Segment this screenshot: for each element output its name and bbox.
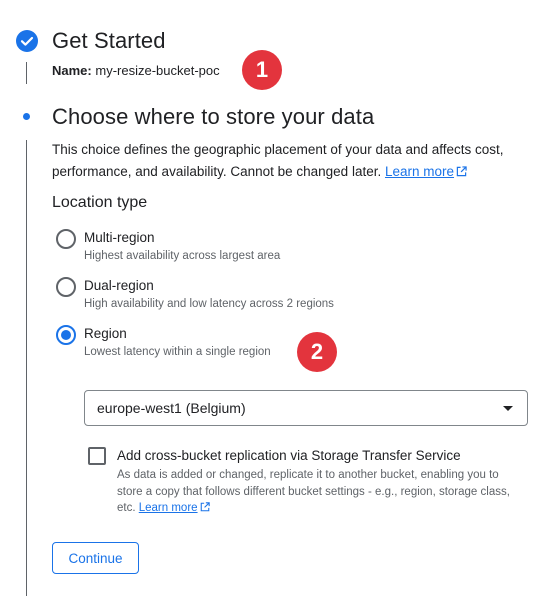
region-select[interactable]: europe-west1 (Belgium) — [84, 390, 528, 426]
replication-learn-more-link[interactable]: Learn more — [139, 502, 210, 514]
learn-more-link[interactable]: Learn more — [385, 164, 467, 179]
dual-region-description: High availability and low latency across… — [84, 298, 334, 310]
region-select-value: europe-west1 (Belgium) — [97, 400, 246, 416]
step-connector — [26, 62, 27, 84]
step-description: This choice defines the geographic place… — [52, 139, 532, 183]
annotation-badge-1: 1 — [242, 50, 282, 90]
dual-region-label[interactable]: Dual-region — [84, 278, 154, 293]
active-step-dot — [23, 113, 30, 120]
continue-button[interactable]: Continue — [52, 542, 139, 574]
replication-description: As data is added or changed, replicate i… — [117, 467, 527, 517]
multi-region-description: Highest availability across largest area — [84, 250, 281, 262]
annotation-badge-2: 2 — [297, 332, 337, 372]
replication-label[interactable]: Add cross-bucket replication via Storage… — [117, 448, 461, 463]
multi-region-label[interactable]: Multi-region — [84, 230, 155, 245]
multi-region-radio[interactable] — [56, 229, 76, 249]
dropdown-arrow-icon — [503, 406, 513, 411]
external-link-icon — [456, 166, 467, 177]
check-circle-icon — [16, 30, 38, 52]
name-label: Name: — [52, 63, 92, 78]
region-description: Lowest latency within a single region — [84, 346, 271, 358]
region-radio[interactable] — [56, 325, 76, 345]
dual-region-radio[interactable] — [56, 277, 76, 297]
external-link-icon — [200, 502, 210, 512]
learn-more-label: Learn more — [384, 164, 455, 179]
replication-checkbox[interactable] — [88, 447, 106, 465]
location-type-label: Location type — [52, 194, 148, 211]
step-connector — [26, 140, 27, 596]
bucket-name-summary: Name: my-resize-bucket-poc — [52, 63, 220, 78]
region-label[interactable]: Region — [84, 326, 127, 341]
step-title-choose-location: Choose where to store your data — [52, 104, 375, 129]
replication-learn-more-label: Learn more — [138, 502, 198, 514]
step-title-get-started[interactable]: Get Started — [52, 28, 166, 54]
bucket-name-value: my-resize-bucket-poc — [91, 63, 220, 78]
